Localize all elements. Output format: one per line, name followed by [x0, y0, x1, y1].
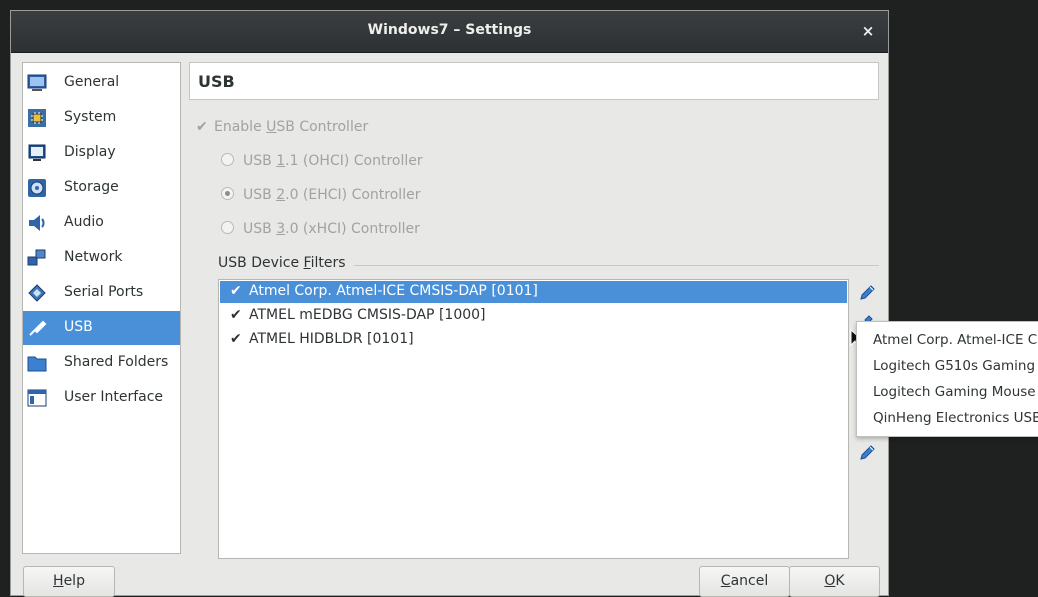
enable-usb-label-mnemonic: U — [266, 119, 277, 135]
enable-usb-controller-checkbox[interactable]: ✔ Enable USB Controller — [196, 119, 368, 135]
window-title: Windows7 – Settings — [367, 22, 532, 38]
checkbox-checked-icon[interactable]: ✔ — [230, 307, 242, 323]
usb-device-filters-label: USB Device Filters — [218, 255, 346, 271]
sidebar-item-label: USB — [64, 319, 93, 335]
help-mnemonic: H — [53, 573, 64, 589]
filter-label: ATMEL HIDBLDR [0101] — [249, 331, 414, 347]
network-icon — [27, 249, 46, 266]
sidebar-item-label: Display — [64, 144, 116, 160]
help-button[interactable]: Help — [23, 566, 115, 597]
filter-label: Atmel Corp. Atmel-ICE CMSIS-DAP [0101] — [249, 283, 538, 299]
filters-label-pre: USB Device — [218, 255, 304, 271]
radio-circle — [221, 187, 234, 200]
popup-menu-item[interactable]: QinHeng Electronics USB2.0-Serial [0254] — [873, 410, 1038, 426]
settings-sidebar: General System Display Storage Audio Net… — [22, 62, 181, 554]
sidebar-item-label: Network — [64, 249, 123, 265]
cancel-label: ancel — [730, 573, 769, 589]
monitor-icon — [27, 74, 47, 91]
cancel-mnemonic: C — [720, 573, 731, 589]
checkmark-icon: ✔ — [196, 119, 208, 135]
sidebar-item-audio[interactable]: Audio — [23, 206, 180, 240]
radio-label-mnemonic: 1 — [276, 153, 286, 169]
edit-filter-icon[interactable] — [858, 443, 878, 463]
chip-icon — [28, 109, 46, 127]
window-icon — [27, 389, 47, 407]
filter-row[interactable]: ✔ ATMEL HIDBLDR [0101] — [220, 329, 847, 351]
popup-menu-item[interactable]: Logitech G510s Gaming Keyboard [0101] — [873, 358, 1038, 374]
display-icon — [28, 144, 46, 161]
add-filter-icon[interactable] — [858, 283, 878, 303]
sidebar-item-shared-folders[interactable]: Shared Folders — [23, 346, 180, 380]
ok-button[interactable]: OK — [789, 566, 880, 597]
section-header: USB — [189, 62, 879, 100]
sidebar-item-general[interactable]: General — [23, 66, 180, 100]
sidebar-item-label: Shared Folders — [64, 354, 169, 370]
usb-filters-list[interactable]: ✔ Atmel Corp. Atmel-ICE CMSIS-DAP [0101]… — [218, 279, 849, 559]
cancel-button[interactable]: Cancel — [699, 566, 790, 597]
serial-port-icon — [28, 284, 46, 302]
radio-label-post: .0 (EHCI) Controller — [285, 187, 421, 203]
page-title: USB — [198, 72, 235, 91]
radio-label-mnemonic: 2 — [276, 187, 286, 203]
filters-label-post: ilters — [310, 255, 346, 271]
usb-icon — [29, 320, 47, 336]
filter-label: ATMEL mEDBG CMSIS-DAP [1000] — [249, 307, 486, 323]
sidebar-item-serial-ports[interactable]: Serial Ports — [23, 276, 180, 310]
ok-mnemonic: O — [824, 573, 836, 589]
radio-label-pre: USB — [243, 187, 277, 203]
radio-label-pre: USB — [243, 153, 277, 169]
sidebar-item-network[interactable]: Network — [23, 241, 180, 275]
sidebar-item-label: Audio — [64, 214, 104, 230]
sidebar-item-storage[interactable]: Storage — [23, 171, 180, 205]
enable-usb-label-pre: Enable — [214, 119, 267, 135]
sidebar-item-usb[interactable]: USB — [23, 311, 180, 345]
filter-row[interactable]: ✔ ATMEL mEDBG CMSIS-DAP [1000] — [220, 305, 847, 327]
usb1-controller-radio[interactable]: USB 1.1 (OHCI) Controller — [221, 153, 423, 169]
sidebar-item-user-interface[interactable]: User Interface — [23, 381, 180, 415]
title-bar[interactable]: Windows7 – Settings × — [11, 11, 888, 53]
usb2-controller-radio[interactable]: USB 2.0 (EHCI) Controller — [221, 187, 420, 203]
sidebar-item-label: System — [64, 109, 117, 125]
usb3-controller-radio[interactable]: USB 3.0 (xHCI) Controller — [221, 221, 420, 237]
popup-menu-item[interactable]: Atmel Corp. Atmel-ICE CMSIS-DAP [0101] — [873, 332, 1038, 348]
enable-usb-label-post: SB Controller — [276, 119, 369, 135]
divider — [354, 265, 879, 266]
sidebar-item-label: General — [64, 74, 120, 90]
sidebar-item-label: Serial Ports — [64, 284, 144, 300]
checkbox-checked-icon[interactable]: ✔ — [230, 283, 242, 299]
checkbox-checked-icon[interactable]: ✔ — [230, 331, 242, 347]
radio-label-post: .1 (OHCI) Controller — [285, 153, 423, 169]
sidebar-item-label: Storage — [64, 179, 119, 195]
radio-label-mnemonic: 3 — [276, 221, 286, 237]
filters-label-mnemonic: F — [303, 255, 311, 271]
disk-icon — [28, 179, 46, 197]
sidebar-item-display[interactable]: Display — [23, 136, 180, 170]
speaker-icon — [29, 215, 45, 231]
radio-label-post: .0 (xHCI) Controller — [285, 221, 420, 237]
settings-dialog: Windows7 – Settings × General System Dis… — [10, 10, 1038, 597]
radio-label-pre: USB — [243, 221, 277, 237]
popup-menu-item[interactable]: Logitech Gaming Mouse G502 [0301] — [873, 384, 1038, 400]
filter-row[interactable]: ✔ Atmel Corp. Atmel-ICE CMSIS-DAP [0101] — [220, 281, 847, 303]
ok-label: K — [835, 573, 845, 589]
help-label: elp — [63, 573, 85, 589]
radio-circle — [221, 153, 234, 166]
sidebar-item-label: User Interface — [64, 389, 164, 405]
close-button[interactable]: × — [858, 21, 878, 41]
radio-circle — [221, 221, 234, 234]
sidebar-item-system[interactable]: System — [23, 101, 180, 135]
folder-icon — [27, 356, 47, 372]
device-popup-menu: Atmel Corp. Atmel-ICE CMSIS-DAP [0101] L… — [856, 321, 1038, 437]
